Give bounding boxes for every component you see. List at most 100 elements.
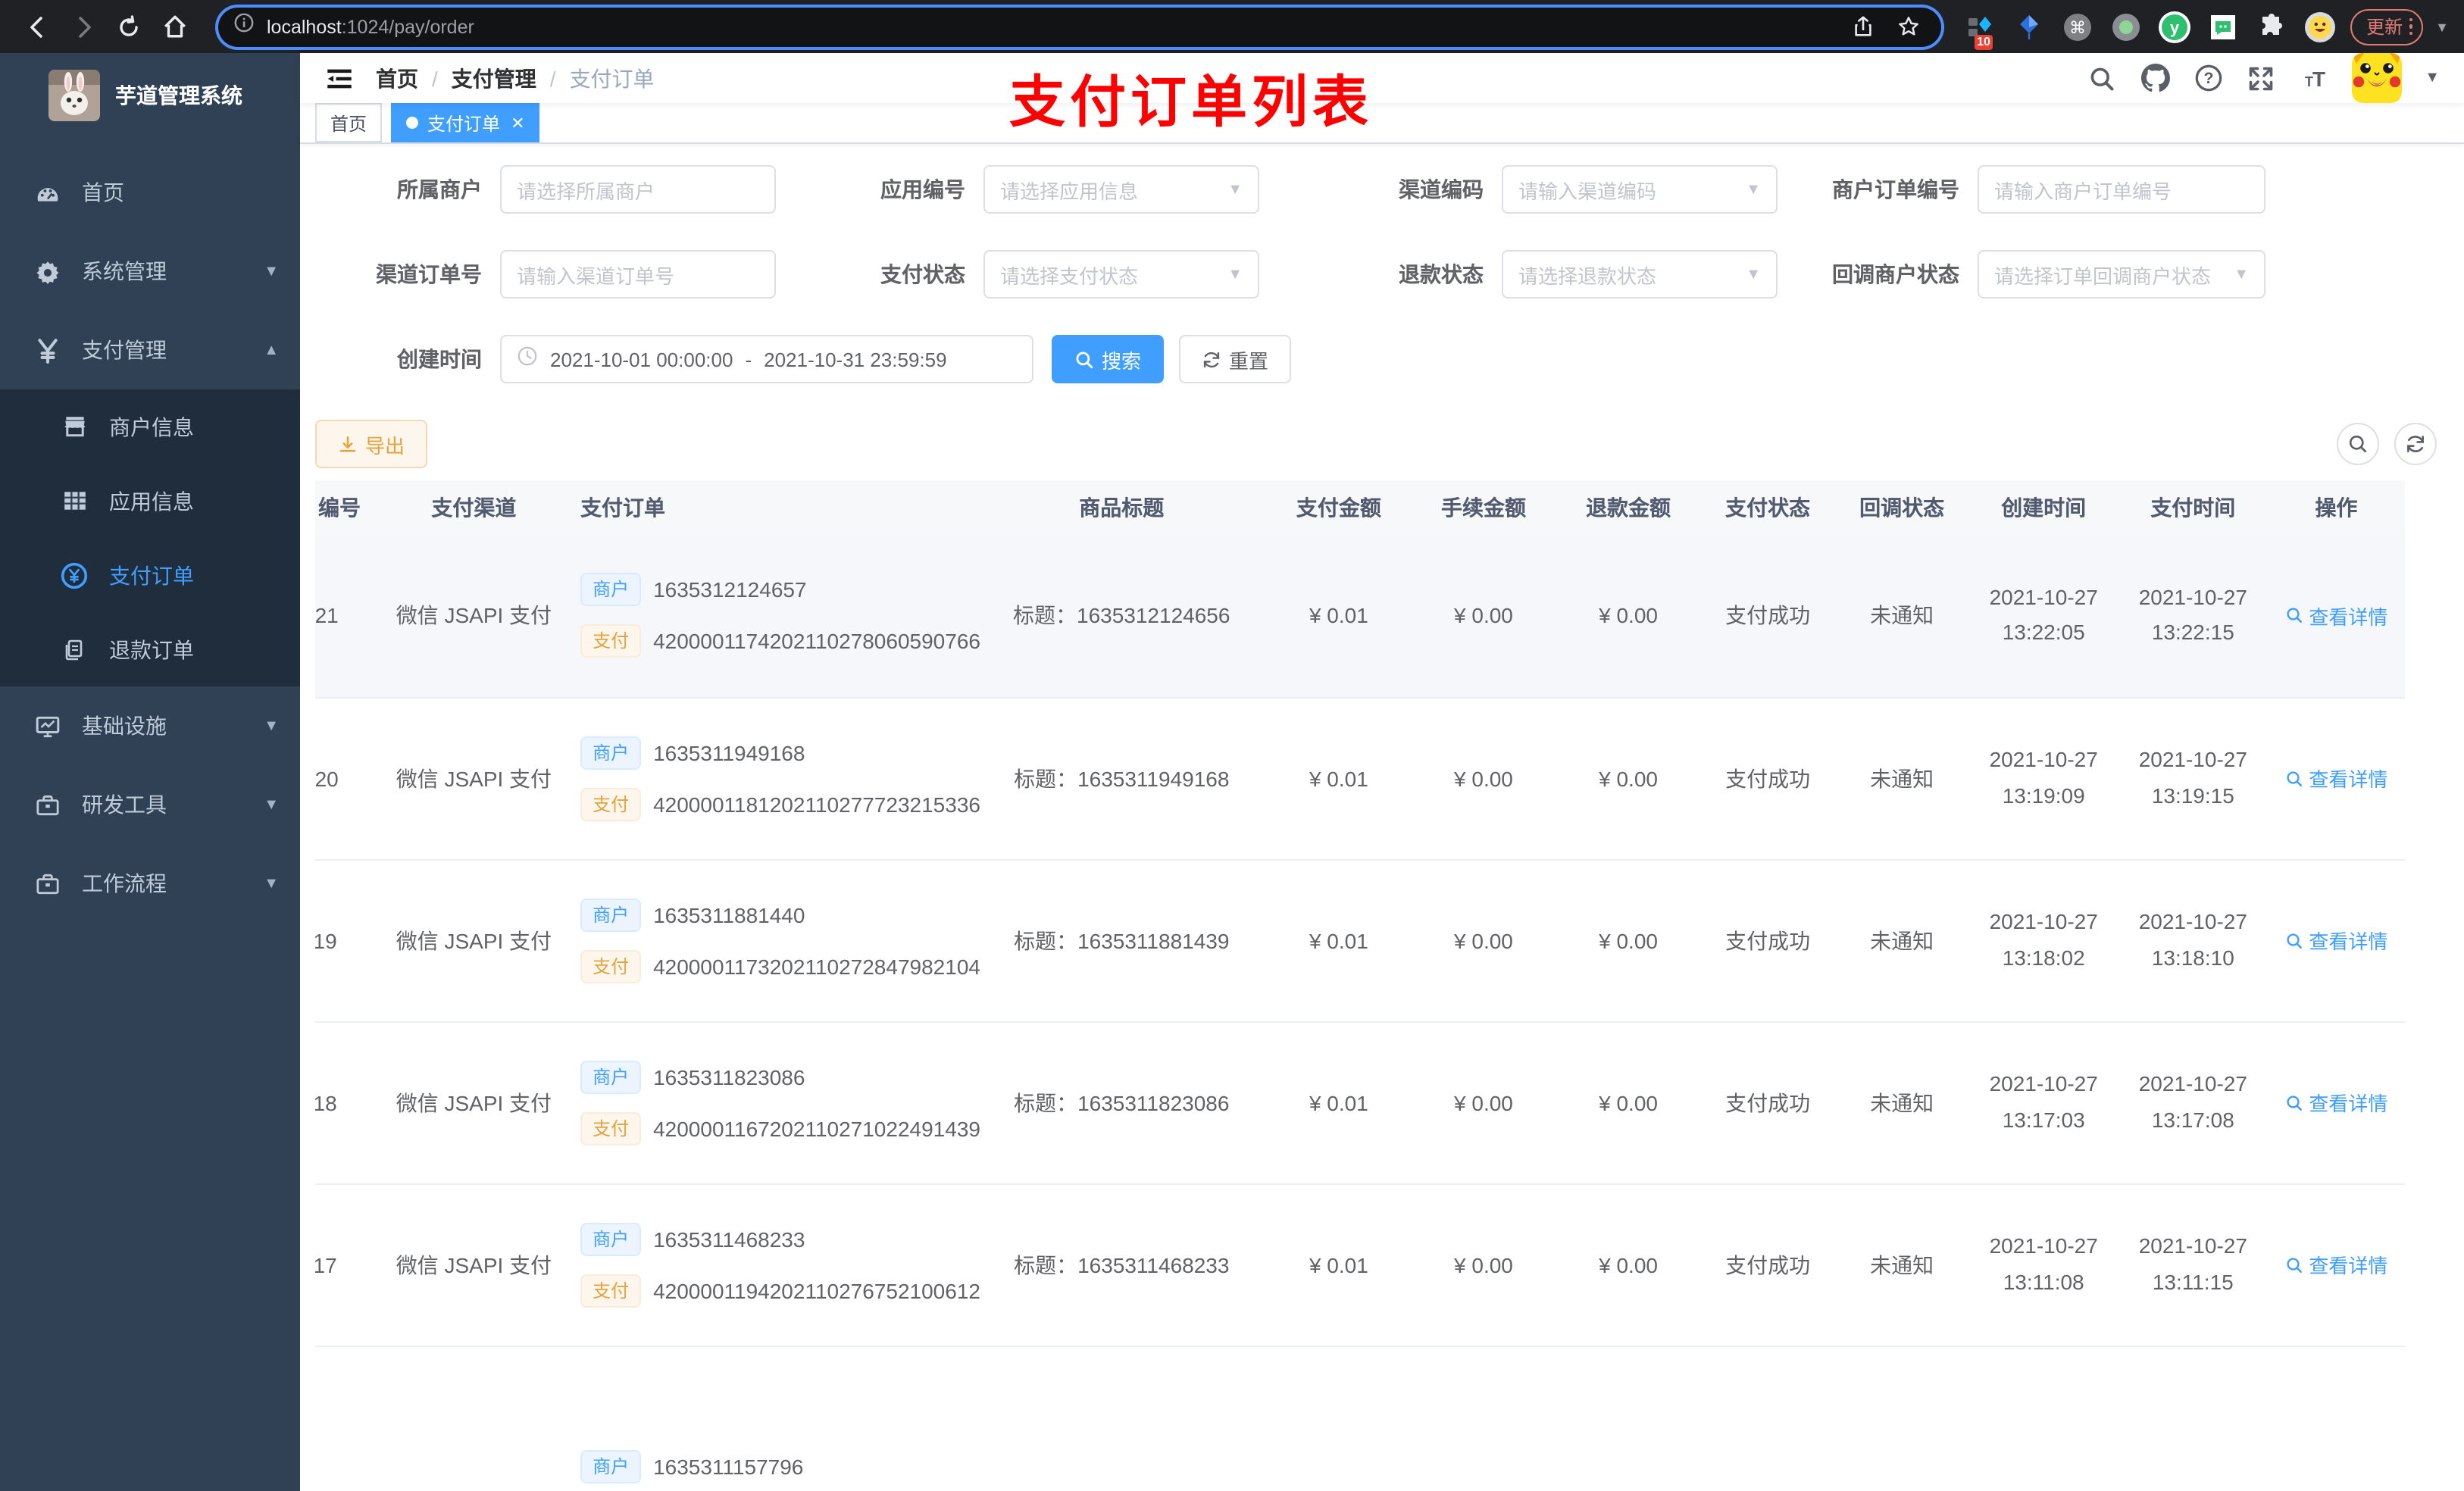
browser-menu-icon[interactable] <box>2409 17 2413 36</box>
date-end-value: 2021-10-31 23:59:59 <box>764 348 947 370</box>
dashboard-icon <box>33 179 61 206</box>
chevron-up-icon: ▲ <box>264 342 279 358</box>
tag-home[interactable]: 首页 <box>315 103 383 142</box>
yudao-extension-icon[interactable]: y <box>2156 8 2192 45</box>
font-size-icon[interactable]: TT <box>2299 63 2329 93</box>
help-question-icon[interactable]: ? <box>2193 63 2223 93</box>
back-icon[interactable] <box>21 10 55 43</box>
filter-label: 渠道编码 <box>1399 177 1484 202</box>
sidebar-item-label: 支付订单 <box>109 563 194 587</box>
merchant-no: 1635312124657 <box>653 577 807 602</box>
command-extension-icon[interactable]: ⌘ <box>2059 8 2095 45</box>
chevron-down-icon: ▼ <box>264 263 279 280</box>
sidebar-item-pay-order[interactable]: 支付订单 <box>0 538 300 612</box>
merchant-no-tag: 商户 <box>580 1060 642 1093</box>
filter-label: 支付状态 <box>880 262 965 286</box>
notify-status-select[interactable]: 请选择订单回调商户状态 ▼ <box>1978 250 2265 299</box>
recorder-extension-icon[interactable] <box>2107 8 2143 45</box>
sidebar-item-app-info[interactable]: 应用信息 <box>0 464 300 538</box>
filter-label: 退款状态 <box>1399 262 1484 286</box>
site-info-icon[interactable] <box>233 12 255 41</box>
channel-code-select[interactable]: 请输入渠道编码 ▼ <box>1502 165 1778 214</box>
merchant-no: 1635311881440 <box>653 902 805 927</box>
pay-no: 4200001174202110278060590766 <box>653 629 980 654</box>
date-start-value: 2021-10-01 00:00:00 <box>550 348 733 370</box>
merchant-no-tag: 商户 <box>580 1449 642 1483</box>
emoji-extension-icon[interactable] <box>2301 8 2337 45</box>
create-time-range-picker[interactable]: 2021-10-01 00:00:00 - 2021-10-31 23:59:5… <box>500 335 1033 383</box>
view-detail-link[interactable]: 查看详情 <box>2284 926 2387 955</box>
monitor-chart-icon <box>33 712 61 739</box>
view-detail-link[interactable]: 查看详情 <box>2284 764 2387 792</box>
kite-extension-icon[interactable] <box>2010 8 2047 45</box>
pay-status-select[interactable]: 请选择支付状态 ▼ <box>983 250 1259 299</box>
reload-icon[interactable] <box>112 10 145 43</box>
extension-badge: 10 <box>1974 34 1993 49</box>
merchant-filter-input[interactable]: 请选择所属商户 <box>500 165 776 214</box>
pay-no-tag: 支付 <box>580 1274 642 1307</box>
github-icon[interactable] <box>2140 63 2170 93</box>
close-tab-icon[interactable]: ✕ <box>511 113 524 133</box>
update-button[interactable]: 更新 <box>2350 8 2424 45</box>
chevron-down-icon: ▼ <box>1746 266 1761 283</box>
sidebar-item-infra[interactable]: 基础设施 ▼ <box>0 686 300 765</box>
sidebar-item-devtools[interactable]: 研发工具 ▼ <box>0 765 300 844</box>
tag-pay-order[interactable]: 支付订单 ✕ <box>391 103 540 142</box>
sidebar-item-system[interactable]: 系统管理 ▼ <box>0 232 300 311</box>
address-bar[interactable]: localhost:1024/pay/order <box>218 7 1941 46</box>
export-button[interactable]: 导出 <box>315 420 428 468</box>
table-row: 117 微信 JSAPI 支付 商户1635311468233 支付420000… <box>315 1183 2405 1346</box>
svg-text:?: ? <box>2203 69 2213 87</box>
breadcrumb: 首页 / 支付管理 / 支付订单 <box>376 63 655 93</box>
avatar-caret-icon[interactable]: ▼ <box>2425 70 2440 86</box>
date-separator: - <box>745 348 752 370</box>
reset-button[interactable]: 重置 <box>1179 335 1292 383</box>
breadcrumb-home[interactable]: 首页 <box>376 63 418 93</box>
sidebar-item-workflow[interactable]: 工作流程 ▼ <box>0 844 300 923</box>
sidebar-item-label: 首页 <box>82 180 124 205</box>
view-detail-link[interactable]: 查看详情 <box>2284 602 2387 630</box>
chat-extension-icon[interactable] <box>2204 8 2240 45</box>
table-row-partial: 商户 1635311157796 <box>315 1346 2405 1491</box>
status-pay: 支付成功 <box>1700 1021 1835 1184</box>
sidebar-item-pay[interactable]: 支付管理 ▲ <box>0 311 300 389</box>
filter-row-3: 创建时间 2021-10-01 00:00:00 - 2021-10-31 23… <box>315 335 2449 383</box>
col-title: 商品标题 <box>977 480 1267 535</box>
toggle-search-button[interactable] <box>2337 423 2379 465</box>
view-detail-link[interactable]: 查看详情 <box>2284 1088 2387 1117</box>
page-content: 所属商户 请选择所属商户 应用编号 请选择应用信息 ▼ 渠道编码 请输入渠道编码… <box>300 144 2464 1491</box>
puzzle-extensions-icon[interactable] <box>2253 8 2289 45</box>
top-navbar: 首页 / 支付管理 / 支付订单 支付订单列表 ? T T ▼ <box>300 53 2464 133</box>
hamburger-collapse-icon[interactable] <box>324 63 355 93</box>
pay-no-tag: 支付 <box>580 949 642 983</box>
col-pay-order: 支付订单 <box>565 480 977 535</box>
header-search-icon[interactable] <box>2087 63 2117 93</box>
workona-extension-icon[interactable]: 10 <box>1962 8 1998 49</box>
status-notify: 未通知 <box>1834 859 1969 1022</box>
sidebar-item-merchant-info[interactable]: 商户信息 <box>0 389 300 464</box>
merchant-order-no-input[interactable]: 请输入商户订单编号 <box>1978 165 2265 214</box>
view-detail-link[interactable]: 查看详情 <box>2284 1250 2387 1279</box>
sidebar-item-home[interactable]: 首页 <box>0 153 300 232</box>
pay-no-tag: 支付 <box>580 624 642 658</box>
user-avatar[interactable] <box>2352 53 2403 103</box>
share-icon[interactable] <box>1846 10 1880 43</box>
status-notify: 未通知 <box>1834 697 1969 860</box>
col-actions: 操作 <box>2267 480 2405 535</box>
app-filter-select[interactable]: 请选择应用信息 ▼ <box>983 165 1259 214</box>
sidebar-item-label: 商户信息 <box>109 414 194 439</box>
search-button[interactable]: 搜索 <box>1052 335 1165 383</box>
refund-status-select[interactable]: 请选择退款状态 ▼ <box>1502 250 1778 299</box>
home-icon[interactable] <box>158 10 191 43</box>
refresh-button[interactable] <box>2394 423 2437 465</box>
breadcrumb-pay[interactable]: 支付管理 <box>452 63 536 93</box>
forward-icon[interactable] <box>67 10 100 43</box>
fullscreen-icon[interactable] <box>2246 63 2276 93</box>
channel-order-no-input[interactable]: 请输入渠道订单号 <box>500 250 776 299</box>
col-created: 创建时间 <box>1968 480 2118 535</box>
pay-no: 4200001167202110271022491439 <box>653 1116 980 1140</box>
col-amount: 支付金额 <box>1266 480 1412 535</box>
bookmark-star-icon[interactable] <box>1892 10 1925 43</box>
sidebar-item-refund-order[interactable]: 退款订单 <box>0 612 300 686</box>
chrome-caret-icon[interactable]: ▼ <box>2435 19 2449 34</box>
